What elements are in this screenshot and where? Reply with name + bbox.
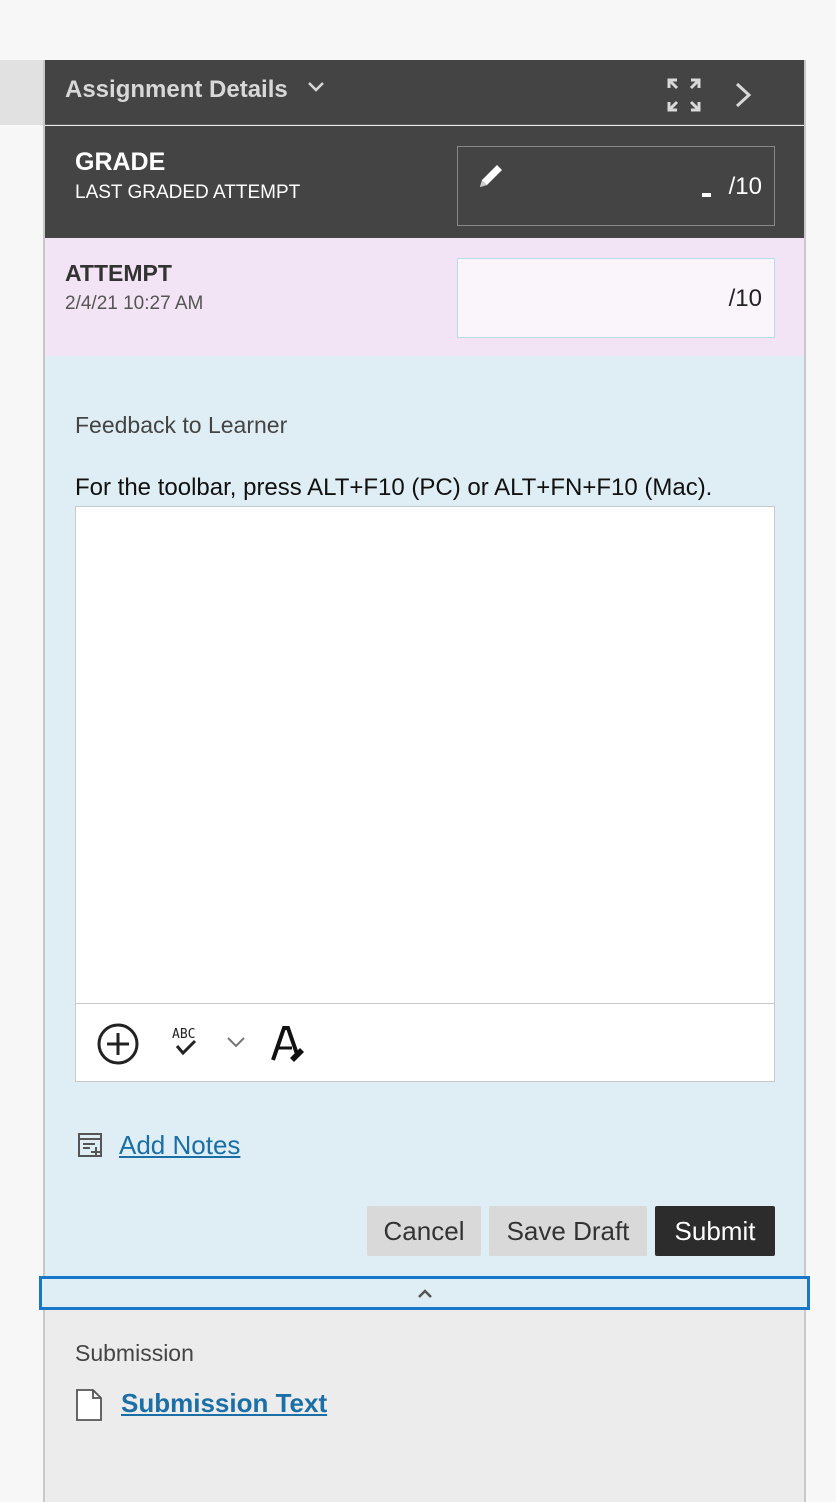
fullscreen-expand-icon[interactable]	[667, 78, 701, 112]
attempt-section: ATTEMPT 2/4/21 10:27 AM /10	[45, 238, 804, 356]
grade-input[interactable]: /10	[457, 146, 775, 226]
cancel-button[interactable]: Cancel	[367, 1206, 481, 1256]
submit-button[interactable]: Submit	[655, 1206, 775, 1256]
toolbar-hint: For the toolbar, press ALT+F10 (PC) or A…	[75, 474, 713, 501]
submission-section: Submission Submission Text	[45, 1310, 804, 1502]
feedback-section: Feedback to Learner For the toolbar, pre…	[45, 356, 804, 1276]
submission-label: Submission	[75, 1340, 194, 1366]
grade-section: GRADE LAST GRADED ATTEMPT /10	[45, 126, 804, 238]
panel-header: Assignment Details	[45, 60, 804, 125]
svg-text:ABC: ABC	[172, 1027, 195, 1042]
text-format-icon[interactable]	[270, 1024, 306, 1069]
chevron-down-icon[interactable]	[226, 1036, 246, 1055]
feedback-editor: ABC	[75, 506, 775, 1082]
attempt-grade-input[interactable]: /10	[457, 258, 775, 338]
panel-title[interactable]: Assignment Details	[65, 76, 288, 104]
add-notes-link[interactable]: Add Notes	[119, 1130, 240, 1161]
spellcheck-icon[interactable]: ABC	[170, 1024, 202, 1065]
document-icon	[75, 1388, 103, 1422]
chevron-down-icon[interactable]	[307, 80, 325, 99]
chevron-right-icon[interactable]	[731, 78, 755, 112]
notes-icon	[77, 1132, 105, 1160]
feedback-editor-textarea[interactable]	[76, 507, 774, 1003]
attempt-title: ATTEMPT	[65, 260, 172, 286]
assignment-details-panel: Assignment Details GRADE LAST GRADED ATT…	[39, 60, 810, 1502]
plus-circle-icon[interactable]	[96, 1022, 140, 1071]
chevron-up-icon	[416, 1287, 434, 1305]
feedback-label: Feedback to Learner	[75, 412, 288, 438]
content-area-edge	[0, 60, 44, 125]
attempt-points-possible: /10	[728, 285, 762, 312]
grade-subtitle: LAST GRADED ATTEMPT	[75, 182, 301, 203]
grade-empty-marker	[702, 193, 711, 197]
grade-title: GRADE	[75, 148, 166, 176]
collapse-toggle[interactable]	[39, 1276, 810, 1310]
submission-text-link[interactable]: Submission Text	[121, 1388, 327, 1419]
pencil-icon[interactable]	[476, 161, 506, 191]
editor-toolbar: ABC	[76, 1003, 774, 1081]
save-draft-button[interactable]: Save Draft	[489, 1206, 647, 1256]
grade-points-possible: /10	[728, 173, 762, 200]
attempt-date: 2/4/21 10:27 AM	[65, 293, 204, 314]
